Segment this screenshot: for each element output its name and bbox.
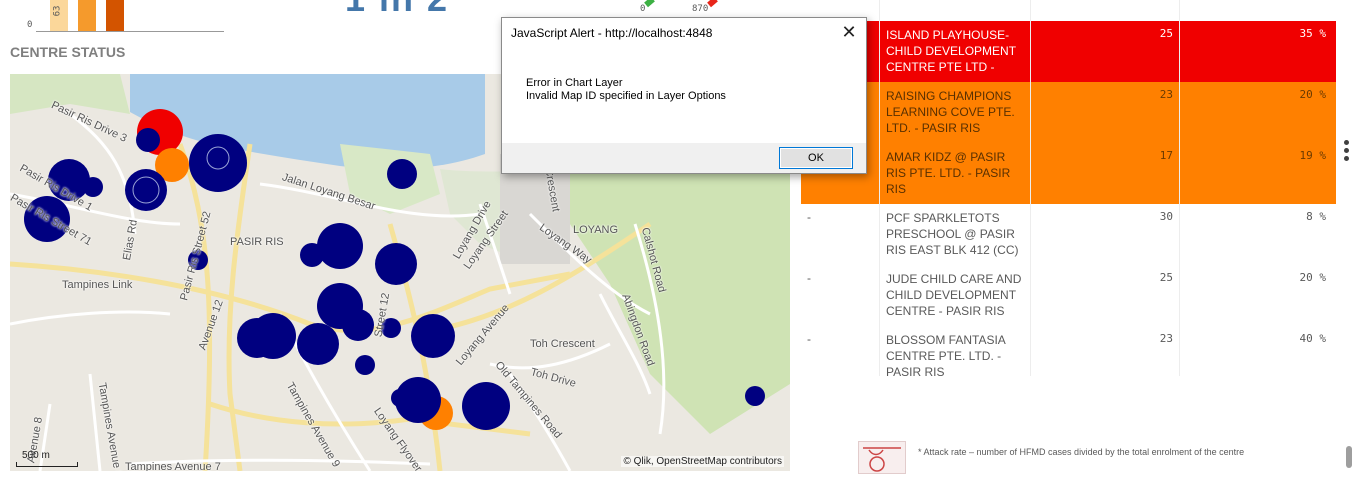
table-cell-enrolment: 30 <box>1031 204 1180 265</box>
kpi-big-number: 1 in 2 <box>345 0 449 20</box>
map-scale-bar <box>16 462 78 467</box>
table-row[interactable]: RAISING CHAMPIONS LEARNING COVE PTE. LTD… <box>801 82 1336 144</box>
table-cell-rate <box>1180 0 1336 21</box>
mini-bar-chart: 0 63 <box>0 0 225 32</box>
table-cell-name: BLOSSOM FANTASIA CENTRE PTE. LTD. - PASI… <box>880 326 1031 376</box>
table-row[interactable]: - PCF SPARKLETOTS PRESCHOOL @ PASIR RIS … <box>801 204 1336 266</box>
dialog-message: Error in Chart Layer Invalid Map ID spec… <box>526 77 726 103</box>
table-cell-name: AMAR KIDZ @ PASIR RIS PTE. LTD. - PASIR … <box>880 143 1031 204</box>
table-cell-status: - <box>801 265 880 326</box>
dialog-footer: OK <box>502 143 866 173</box>
centre-table: ISLAND PLAYHOUSE-CHILD DEVELOPMENT CENTR… <box>801 0 1336 376</box>
section-title: CENTRE STATUS <box>10 44 126 60</box>
table-cell-status: - <box>801 204 880 265</box>
map-label-road: Tampines Link <box>62 279 133 291</box>
scrollbar-thumb[interactable] <box>1346 446 1352 468</box>
legend-thumbnail <box>858 441 906 474</box>
table-row[interactable]: - BLOSSOM FANTASIA CENTRE PTE. LTD. - PA… <box>801 326 1336 376</box>
dialog-titlebar[interactable]: JavaScript Alert - http://localhost:4848… <box>502 18 866 48</box>
map-label-area: LOYANG <box>573 224 619 236</box>
map-scale-label: 500 m <box>22 450 50 461</box>
table-cell-enrolment <box>1031 0 1180 21</box>
table-cell-name: JUDE CHILD CARE AND CHILD DEVELOPMENT CE… <box>880 265 1031 326</box>
javascript-alert-dialog: JavaScript Alert - http://localhost:4848… <box>501 17 867 174</box>
table-cell-enrolment: 25 <box>1031 21 1180 82</box>
map-label-road: Toh Crescent <box>530 338 595 350</box>
dialog-message-line: Invalid Map ID specified in Layer Option… <box>526 90 726 102</box>
table-cell-rate: 20 % <box>1299 88 1327 101</box>
table-cell-enrolment: 25 <box>1031 265 1180 326</box>
dialog-body: Error in Chart Layer Invalid Map ID spec… <box>502 48 866 173</box>
more-options-icon[interactable] <box>1342 140 1350 164</box>
table-cell-rate: 19 % <box>1299 149 1327 162</box>
table-cell-rate: 20 % <box>1299 271 1327 284</box>
attack-rate-footnote: * Attack rate – number of HFMD cases div… <box>918 447 1245 457</box>
dialog-message-line: Error in Chart Layer <box>526 77 623 89</box>
table-cell-rate: 8 % <box>1306 210 1326 223</box>
mini-bar-3 <box>106 0 124 32</box>
gauge-green-marker <box>644 0 655 8</box>
table-cell-status: - <box>801 326 880 376</box>
table-row[interactable]: - JUDE CHILD CARE AND CHILD DEVELOPMENT … <box>801 265 1336 327</box>
table-cell-rate: 40 % <box>1299 332 1327 345</box>
mini-bar-value: 63 <box>52 5 63 17</box>
table-row[interactable]: AMAR KIDZ @ PASIR RIS PTE. LTD. - PASIR … <box>801 143 1336 205</box>
map-label-road: Tampines Avenue 7 <box>125 461 221 471</box>
table-cell-name: RAISING CHAMPIONS LEARNING COVE PTE. LTD… <box>880 82 1031 143</box>
table-row[interactable] <box>801 0 1336 22</box>
map-attribution[interactable]: © Qlik, OpenStreetMap contributors <box>621 456 784 467</box>
table-cell-rate: 35 % <box>1299 27 1327 40</box>
mini-chart-baseline <box>36 31 224 32</box>
table-cell-enrolment: 23 <box>1031 82 1180 143</box>
mini-bar-2 <box>78 0 96 32</box>
table-cell-enrolment: 23 <box>1031 326 1180 376</box>
table-cell-name: PCF SPARKLETOTS PRESCHOOL @ PASIR RIS EA… <box>880 204 1031 265</box>
table-cell-enrolment: 17 <box>1031 143 1180 204</box>
map-label-area: PASIR RIS <box>230 236 284 248</box>
gauge-label-right: 870 <box>692 4 709 14</box>
close-icon[interactable]: ✕ <box>840 22 858 43</box>
table-cell-name <box>880 0 1031 21</box>
table-row[interactable]: ISLAND PLAYHOUSE-CHILD DEVELOPMENT CENTR… <box>801 21 1336 83</box>
dialog-title: JavaScript Alert - http://localhost:4848 <box>511 26 713 40</box>
table-cell-name: ISLAND PLAYHOUSE-CHILD DEVELOPMENT CENTR… <box>880 21 1031 82</box>
mini-chart-y-label: 0 <box>27 20 33 30</box>
ok-button[interactable]: OK <box>779 147 853 169</box>
gauge-red-marker <box>707 0 718 8</box>
gauge-label-left: 0 <box>640 4 646 14</box>
mini-bar-1: 63 <box>50 0 68 32</box>
